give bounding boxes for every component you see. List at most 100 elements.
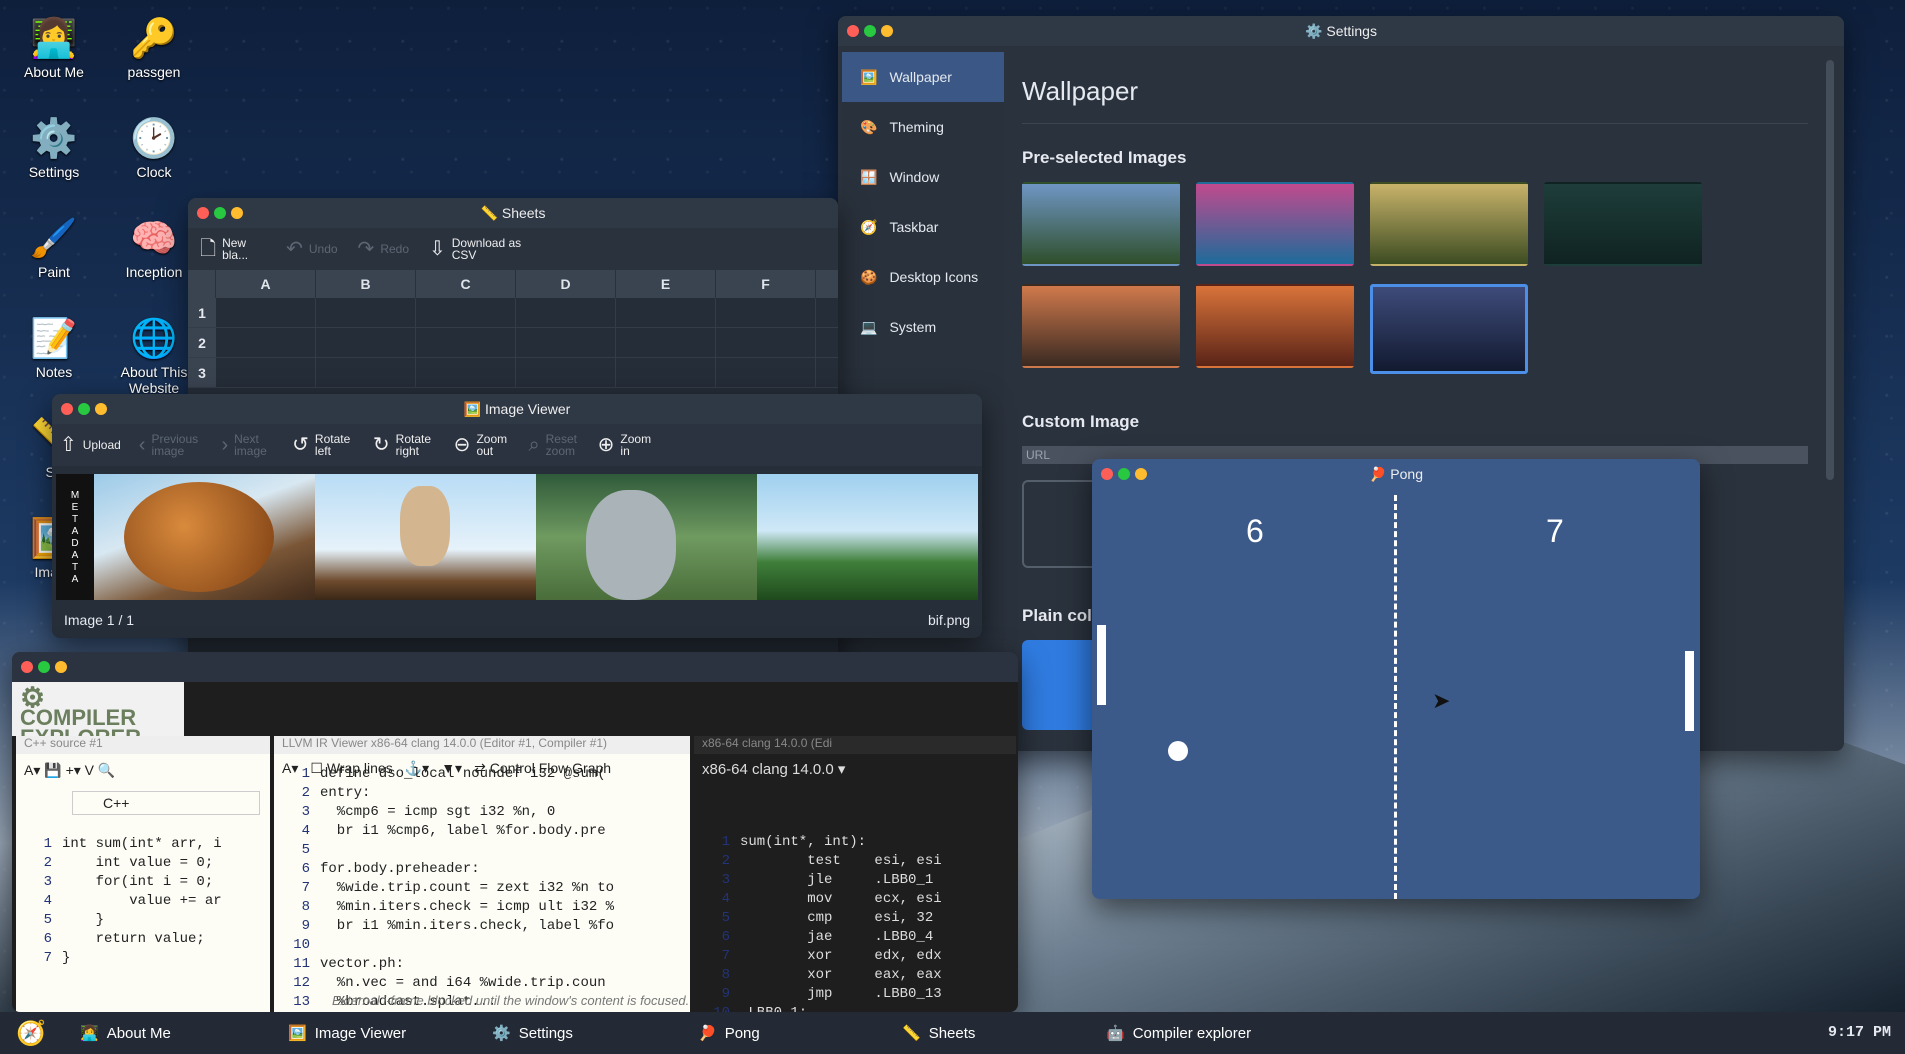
- plain-color-swatch[interactable]: [1022, 640, 1102, 730]
- cell[interactable]: [616, 358, 716, 387]
- cell[interactable]: [616, 298, 716, 327]
- sidebar-item-desktop-icons[interactable]: 🍪 Desktop Icons: [842, 252, 1004, 302]
- wallpaper-thumb[interactable]: [1544, 182, 1702, 266]
- sidebar-item-taskbar[interactable]: 🧭 Taskbar: [842, 202, 1004, 252]
- previous-image-button[interactable]: ‹ Previous image: [139, 433, 204, 457]
- desktop-icon-about-website[interactable]: 🌐 About This Website: [114, 316, 194, 396]
- settings-scrollbar[interactable]: [1826, 60, 1834, 480]
- wallpaper-thumb[interactable]: [1022, 182, 1180, 266]
- cell[interactable]: [216, 298, 316, 327]
- metadata-tab[interactable]: METADATA: [56, 474, 94, 600]
- close-button[interactable]: [197, 207, 209, 219]
- rotate-left-button[interactable]: ↺ Rotate left: [292, 433, 355, 457]
- close-button[interactable]: [1101, 468, 1113, 480]
- zoom-out-button[interactable]: ⊖ Zoom out: [454, 433, 511, 457]
- cell[interactable]: [316, 298, 416, 327]
- compiler-titlebar[interactable]: [12, 652, 1018, 682]
- minimize-button[interactable]: [231, 207, 243, 219]
- cell[interactable]: [416, 358, 516, 387]
- wallpaper-thumb[interactable]: [1022, 284, 1180, 368]
- language-select[interactable]: C++: [72, 791, 260, 815]
- desktop-icon-paint[interactable]: 🖌️ Paint: [14, 216, 94, 280]
- maximize-button[interactable]: [864, 25, 876, 37]
- next-image-button[interactable]: › Next image: [221, 433, 274, 457]
- column-header[interactable]: E: [616, 270, 716, 298]
- rotate-right-button[interactable]: ↻ Rotate right: [373, 433, 436, 457]
- tab-source[interactable]: C++ source #1: [16, 736, 270, 754]
- desktop-icon-clock[interactable]: 🕑 Clock: [114, 116, 194, 180]
- upload-button[interactable]: ⇧ Upload: [60, 435, 121, 455]
- taskbar-item-settings[interactable]: ⚙️ Settings: [480, 1012, 585, 1054]
- source-code[interactable]: 1 int sum(int* arr, i2 int value = 0; 3 fo…: [16, 836, 270, 969]
- wallpaper-thumb[interactable]: [1196, 284, 1354, 368]
- taskbar-item-about-me[interactable]: 👩‍💻 About Me: [68, 1012, 183, 1054]
- desktop-icon-inception[interactable]: 🧠 Inception: [114, 216, 194, 280]
- pong-titlebar[interactable]: 🏓 Pong: [1092, 459, 1700, 489]
- column-header[interactable]: B: [316, 270, 416, 298]
- download-csv-button[interactable]: ⇩ Download as CSV: [429, 237, 522, 261]
- column-header[interactable]: F: [716, 270, 816, 298]
- source-pane[interactable]: C++ source #1 A▾ 💾 +▾ V 🔍 C++ 1 int sum(i…: [16, 736, 270, 1012]
- minimize-button[interactable]: [881, 25, 893, 37]
- cell[interactable]: [316, 358, 416, 387]
- desktop-icon-passgen[interactable]: 🔑 passgen: [114, 16, 194, 80]
- sidebar-item-theming[interactable]: 🎨 Theming: [842, 102, 1004, 152]
- reset-zoom-button[interactable]: ⌕ Reset zoom: [528, 433, 579, 457]
- cell[interactable]: [716, 358, 816, 387]
- new-blank-button[interactable]: 🗋 New bla...: [200, 237, 266, 261]
- wallpaper-thumb[interactable]: [1370, 182, 1528, 266]
- row-header[interactable]: 3: [188, 358, 216, 387]
- cell[interactable]: [516, 298, 616, 327]
- desktop-icon-notes[interactable]: 📝 Notes: [14, 316, 94, 380]
- wallpaper-thumb[interactable]: [1370, 284, 1528, 374]
- column-header[interactable]: C: [416, 270, 516, 298]
- maximize-button[interactable]: [1118, 468, 1130, 480]
- sidebar-item-wallpaper[interactable]: 🖼️ Wallpaper: [842, 52, 1004, 102]
- taskbar-item-image-viewer[interactable]: 🖼️ Image Viewer: [276, 1012, 418, 1054]
- row-header[interactable]: 2: [188, 328, 216, 357]
- wallpaper-thumb[interactable]: [1196, 182, 1354, 266]
- row-header[interactable]: 1: [188, 298, 216, 327]
- zoom-in-button[interactable]: ⊕ Zoom in: [598, 433, 655, 457]
- tab-ir[interactable]: LLVM IR Viewer x86-64 clang 14.0.0 (Edit…: [274, 736, 690, 754]
- asm-pane[interactable]: x86-64 clang 14.0.0 (Edi x86-64 clang 14…: [694, 736, 1016, 1012]
- column-header[interactable]: D: [516, 270, 616, 298]
- sidebar-item-system[interactable]: 💻 System: [842, 302, 1004, 352]
- ir-pane[interactable]: LLVM IR Viewer x86-64 clang 14.0.0 (Edit…: [274, 736, 690, 1012]
- cell[interactable]: [416, 298, 516, 327]
- cell[interactable]: [316, 328, 416, 357]
- settings-titlebar[interactable]: ⚙️ Settings: [838, 16, 1844, 46]
- sidebar-item-window[interactable]: 🪟 Window: [842, 152, 1004, 202]
- close-button[interactable]: [21, 661, 33, 673]
- start-button[interactable]: 🧭: [0, 1012, 62, 1054]
- undo-button[interactable]: ↶ Undo: [286, 239, 337, 259]
- custom-image-preview[interactable]: [1022, 480, 1102, 568]
- ir-code[interactable]: 1 define dso_local noundef i32 @sum(2 entr…: [274, 766, 690, 1012]
- tab-asm[interactable]: x86-64 clang 14.0.0 (Edi: [694, 736, 1016, 754]
- desktop-icon-about-me[interactable]: 👩‍💻 About Me: [14, 16, 94, 80]
- cell[interactable]: [516, 358, 616, 387]
- taskbar-item-pong[interactable]: 🏓 Pong: [686, 1012, 772, 1054]
- column-header[interactable]: A: [216, 270, 316, 298]
- desktop-icon-settings[interactable]: ⚙️ Settings: [14, 116, 94, 180]
- sheets-titlebar[interactable]: 📏 Sheets: [188, 198, 838, 228]
- cell[interactable]: [716, 298, 816, 327]
- cell[interactable]: [716, 328, 816, 357]
- taskbar-item-compiler-explorer[interactable]: 🤖 Compiler explorer: [1094, 1012, 1263, 1054]
- cell[interactable]: [216, 328, 316, 357]
- image-canvas[interactable]: METADATA: [56, 474, 978, 600]
- cell[interactable]: [416, 328, 516, 357]
- redo-button[interactable]: ↷ Redo: [358, 239, 409, 259]
- close-button[interactable]: [61, 403, 73, 415]
- maximize-button[interactable]: [78, 403, 90, 415]
- image-viewer-titlebar[interactable]: 🖼️ Image Viewer: [52, 394, 982, 424]
- maximize-button[interactable]: [38, 661, 50, 673]
- cell[interactable]: [216, 358, 316, 387]
- asm-code[interactable]: 1 sum(int*, int): 2 test esi, esi 3 jle .LB…: [694, 834, 1016, 1012]
- cell[interactable]: [516, 328, 616, 357]
- maximize-button[interactable]: [214, 207, 226, 219]
- taskbar-item-sheets[interactable]: 📏 Sheets: [890, 1012, 987, 1054]
- close-button[interactable]: [847, 25, 859, 37]
- compiler-select[interactable]: x86-64 clang 14.0.0 ▾: [702, 760, 1008, 778]
- cell[interactable]: [616, 328, 716, 357]
